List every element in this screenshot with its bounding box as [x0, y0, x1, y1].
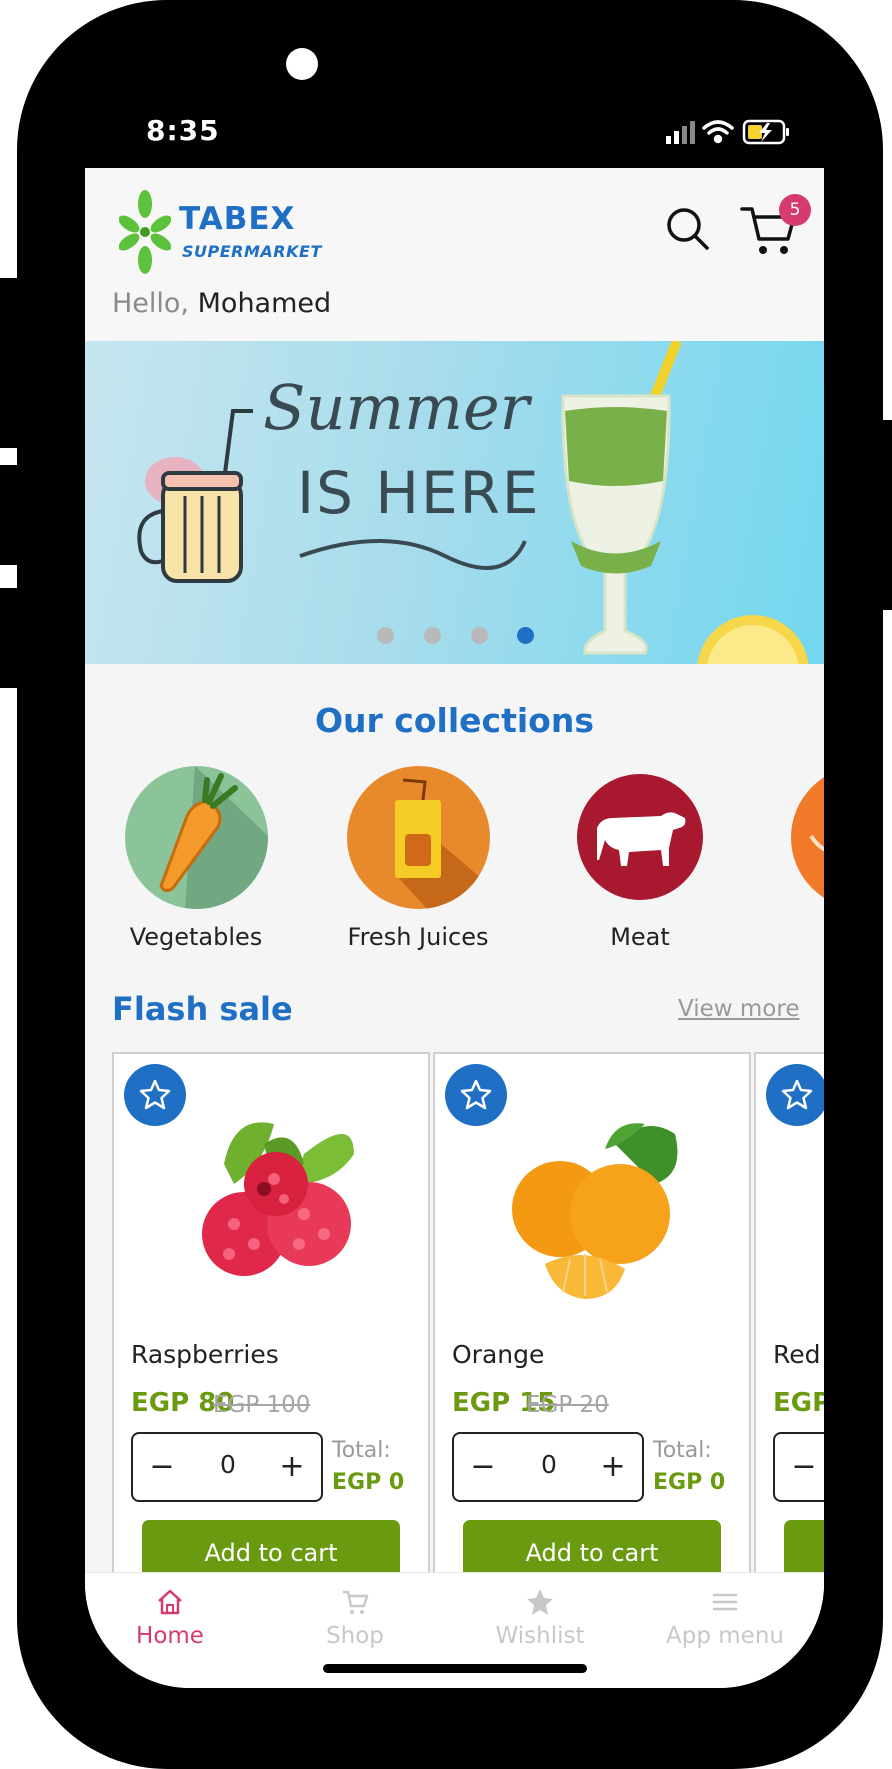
bowl-icon [808, 834, 824, 852]
battery-icon [742, 119, 789, 145]
home-icon [158, 1589, 182, 1615]
collection-label: Fresh Juices [347, 923, 489, 951]
total-value: EGP 0 [653, 1470, 726, 1495]
product-name: Raspberries [131, 1340, 279, 1369]
product-name: Red [773, 1340, 821, 1369]
promo-banner[interactable]: Summer IS HERE [85, 341, 824, 664]
banner-subtitle: IS HERE [297, 459, 541, 527]
app-header: TABEX SUPERMARKET 5 Hello, Mohamed [85, 168, 824, 341]
home-indicator[interactable] [323, 1664, 587, 1673]
collection-label: Vegetables [129, 923, 263, 951]
logo-leaf-icon [119, 190, 171, 274]
volume-down-button [0, 465, 20, 565]
view-more-link[interactable]: View more [678, 996, 799, 1022]
quantity-value[interactable]: 0 [524, 1450, 574, 1479]
collection-thumb [346, 766, 490, 909]
app-screen: TABEX SUPERMARKET 5 Hello, Mohamed Summe… [85, 168, 824, 1688]
banner-title: Summer [263, 371, 530, 444]
product-price: EGP [773, 1388, 824, 1418]
search-icon[interactable] [663, 204, 713, 254]
tab-label: Wishlist [495, 1623, 585, 1649]
collection-label: S [762, 923, 824, 951]
total-label: Total: [332, 1438, 391, 1463]
tab-app-menu[interactable]: App menu [645, 1587, 805, 1649]
greeting: Hello, Mohamed [112, 288, 331, 319]
product-card-raspberries[interactable]: Raspberries EGP 80 EGP 100 − 0 + Total: … [112, 1052, 430, 1612]
star-outline-icon [781, 1079, 813, 1110]
orange-image [512, 1123, 678, 1299]
greeting-username: Mohamed [197, 288, 332, 319]
tab-label: App menu [666, 1623, 784, 1649]
tab-shop[interactable]: Shop [275, 1587, 435, 1649]
quantity-stepper: − [773, 1432, 824, 1502]
product-card-orange[interactable]: Orange EGP 15 EGP 20 − 0 + Total: EGP 0 … [433, 1052, 751, 1612]
juice-box-icon [394, 778, 490, 909]
wifi-icon [702, 120, 734, 144]
decrease-quantity-button[interactable]: − [468, 1448, 498, 1486]
total-value: EGP 0 [332, 1470, 405, 1495]
tab-label: Home [136, 1623, 204, 1649]
status-time: 8:35 [146, 114, 220, 147]
logo-subtitle: SUPERMARKET [182, 242, 322, 261]
product-old-price: EGP 100 [213, 1392, 311, 1418]
decrease-quantity-button[interactable]: − [789, 1448, 819, 1486]
flash-sale-title: Flash sale [112, 990, 293, 1028]
quantity-value[interactable]: 0 [203, 1450, 253, 1479]
status-icons [666, 119, 789, 145]
collection-thumb [569, 766, 712, 909]
raspberries-image [202, 1122, 354, 1276]
collection-item-fresh-juices[interactable]: Fresh Juices [318, 766, 518, 951]
collections-title: Our collections [314, 701, 594, 740]
collection-thumb [124, 766, 268, 909]
product-name: Orange [452, 1340, 545, 1369]
product-card-partial[interactable]: Red EGP − [754, 1052, 824, 1612]
menu-icon [712, 1593, 738, 1611]
carousel-dot[interactable] [424, 627, 441, 644]
total-label: Total: [653, 1438, 712, 1463]
collection-label: Meat [610, 923, 670, 951]
tab-wishlist[interactable]: Wishlist [460, 1587, 620, 1649]
carrot-icon [158, 766, 268, 909]
collection-item-partial[interactable]: S [762, 766, 824, 951]
decrease-quantity-button[interactable]: − [147, 1448, 177, 1486]
logo-name: TABEX [179, 201, 296, 237]
star-icon [527, 1589, 553, 1615]
greeting-hello: Hello, [112, 288, 190, 319]
quantity-stepper: − 0 + [452, 1432, 644, 1502]
favorite-button[interactable] [766, 1064, 824, 1126]
volume-up-button [0, 278, 20, 448]
cow-icon [576, 774, 703, 900]
power-button [872, 420, 892, 610]
signal-icon [666, 121, 695, 144]
collection-item-meat[interactable]: Meat [540, 766, 740, 951]
lemon-slice-icon [697, 615, 809, 664]
front-camera [286, 48, 318, 80]
carousel-dot[interactable] [471, 627, 488, 644]
cart-count-badge: 5 [779, 194, 811, 226]
smoothie-glass-icon [561, 341, 682, 655]
increase-quantity-button[interactable]: + [598, 1448, 628, 1486]
tab-label: Shop [326, 1623, 384, 1649]
cart-icon [343, 1590, 369, 1614]
mason-jar-icon [137, 409, 253, 583]
quantity-stepper: − 0 + [131, 1432, 323, 1502]
carousel-dot[interactable] [377, 627, 394, 644]
tab-home[interactable]: Home [90, 1587, 250, 1649]
product-old-price: EGP 20 [526, 1392, 609, 1418]
collection-item-vegetables[interactable]: Vegetables [96, 766, 296, 951]
carousel-dot-active[interactable] [517, 627, 534, 644]
increase-quantity-button[interactable]: + [277, 1448, 307, 1486]
mute-switch [0, 588, 20, 688]
collection-thumb [790, 766, 824, 909]
